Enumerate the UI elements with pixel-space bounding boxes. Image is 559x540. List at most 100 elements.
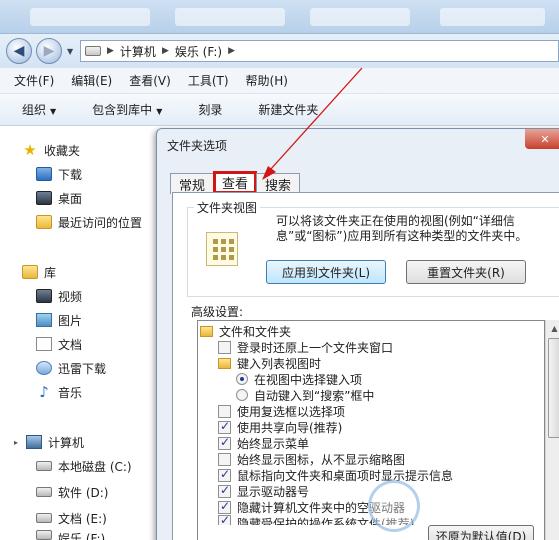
drive-icon [36, 513, 52, 523]
breadcrumb-computer[interactable]: 计算机 [120, 43, 156, 60]
checkbox[interactable] [218, 483, 231, 498]
sidebar-computer[interactable]: ▸ 计算机 [14, 432, 84, 452]
radio-button[interactable] [236, 389, 248, 401]
tree-row[interactable]: 使用共享向导(推荐) [218, 419, 342, 435]
organize-button[interactable]: 组织 ▼ [22, 101, 56, 118]
breadcrumb-drive[interactable]: 娱乐 (F:) [175, 43, 222, 60]
scroll-up-icon[interactable]: ▲ [546, 320, 559, 337]
menu-edit[interactable]: 编辑(E) [71, 72, 112, 89]
back-arrow-icon: ◀ [13, 43, 25, 59]
library-icon [22, 265, 38, 279]
restore-defaults-button[interactable]: 还原为默认值(D) [428, 525, 534, 540]
sidebar-item-downloads[interactable]: 下载 [36, 164, 82, 184]
menu-view[interactable]: 查看(V) [129, 72, 171, 89]
folder-views-group: 文件夹视图 可以将该文件夹正在使用的视图(例如“详细信息”或“图标”)应用到所有… [187, 199, 559, 297]
checkbox[interactable] [218, 515, 231, 525]
checkbox[interactable] [218, 467, 231, 482]
recent-pages-dropdown[interactable]: ▼ [67, 47, 73, 56]
sidebar-item-thunder-downloads[interactable]: 迅雷下载 [36, 358, 106, 378]
tree-row[interactable]: 在视图中选择键入项 [236, 371, 362, 387]
tab-search[interactable]: 搜索 [256, 173, 301, 194]
address-bar[interactable]: ▶ 计算机 ▶ 娱乐 (F:) ▶ [80, 40, 559, 62]
tree-label: 登录时还原上一个文件夹窗口 [237, 340, 394, 355]
checkbox[interactable] [218, 419, 231, 434]
tree-label: 自动键入到“搜索”框中 [254, 388, 375, 403]
window-top-strip [0, 0, 559, 34]
blurred-tab [440, 8, 545, 26]
advanced-settings-label: 高级设置: [191, 305, 244, 319]
radio-button[interactable] [236, 373, 248, 385]
sidebar-item-videos[interactable]: 视频 [36, 286, 82, 306]
tree-row[interactable]: 显示驱动器号 [218, 483, 309, 499]
sidebar-label: 迅雷下载 [58, 361, 107, 376]
sidebar-item-music[interactable]: ♪ 音乐 [36, 382, 82, 402]
blurred-tab [30, 8, 150, 26]
sidebar-item-drive-e[interactable]: 文档 (E:) [36, 508, 107, 528]
tab-view[interactable]: 查看 [213, 171, 258, 194]
tree-row[interactable]: 始终显示图标，从不显示缩略图 [218, 451, 405, 467]
reset-folders-button[interactable]: 重置文件夹(R) [406, 260, 526, 284]
chevron-right-icon[interactable]: ▶ [162, 46, 169, 56]
scrollbar-thumb[interactable] [548, 338, 559, 438]
burn-button[interactable]: 刻录 [198, 101, 222, 118]
computer-icon [26, 435, 42, 449]
tree-label: 显示驱动器号 [237, 484, 310, 499]
forward-button[interactable]: ▶ [36, 38, 62, 64]
close-icon: ✕ [540, 132, 550, 146]
checkbox[interactable] [218, 404, 231, 418]
sidebar-item-desktop[interactable]: 桌面 [36, 188, 82, 208]
sidebar-libraries[interactable]: 库 [22, 262, 56, 282]
sidebar-label: 软件 (D:) [58, 485, 109, 500]
include-label: 包含到库中 [92, 103, 153, 117]
chevron-down-icon: ▼ [50, 107, 57, 116]
apply-to-folders-button[interactable]: 应用到文件夹(L) [266, 260, 386, 284]
chevron-right-icon[interactable]: ▶ [107, 46, 114, 56]
sidebar-label: 库 [44, 265, 57, 280]
sidebar-item-drive-f[interactable]: 娱乐 (F:) [36, 530, 105, 540]
checkbox[interactable] [218, 340, 231, 354]
back-button[interactable]: ◀ [6, 38, 32, 64]
sidebar-favorites[interactable]: ★ 收藏夹 [22, 140, 80, 160]
sidebar-label: 本地磁盘 (C:) [58, 459, 132, 474]
sidebar-label: 收藏夹 [44, 143, 81, 158]
tree-row[interactable]: 始终显示菜单 [218, 435, 309, 451]
tree-label: 使用复选框以选择项 [237, 404, 346, 419]
desktop-icon [36, 191, 52, 205]
drive-icon [36, 461, 52, 471]
sidebar-item-drive-d[interactable]: 软件 (D:) [36, 482, 108, 502]
menu-file[interactable]: 文件(F) [14, 72, 54, 89]
menu-tools[interactable]: 工具(T) [188, 72, 229, 89]
new-folder-button[interactable]: 新建文件夹 [258, 101, 318, 118]
navigation-pane: ★ 收藏夹 下载 桌面 最近访问的位置 库 视频 图片 文档 迅雷下载 ♪ 音乐 ▸… [0, 126, 156, 540]
sidebar-item-pictures[interactable]: 图片 [36, 310, 82, 330]
forward-arrow-icon: ▶ [43, 43, 55, 59]
sidebar-label: 下载 [58, 167, 83, 182]
drive-icon [36, 530, 52, 540]
recent-places-icon [36, 215, 52, 229]
sidebar-item-documents[interactable]: 文档 [36, 334, 82, 354]
tab-general[interactable]: 常规 [170, 173, 215, 194]
tree-label: 文件和文件夹 [219, 324, 292, 339]
tree-row[interactable]: 登录时还原上一个文件夹窗口 [218, 339, 393, 355]
sidebar-label: 文档 (E:) [58, 511, 107, 526]
thunder-download-icon [36, 361, 52, 375]
tree-row[interactable]: 使用复选框以选择项 [218, 403, 345, 419]
expand-triangle-icon[interactable]: ▸ [14, 438, 24, 447]
sidebar-item-drive-c[interactable]: 本地磁盘 (C:) [36, 456, 132, 476]
sidebar-label: 最近访问的位置 [58, 215, 143, 230]
blurred-tab [175, 8, 285, 26]
menu-help[interactable]: 帮助(H) [246, 72, 288, 89]
sidebar-item-recent[interactable]: 最近访问的位置 [36, 212, 142, 232]
sidebar-label: 桌面 [58, 191, 83, 206]
include-in-library-button[interactable]: 包含到库中 ▼ [92, 101, 162, 118]
checkbox[interactable] [218, 452, 231, 466]
command-toolbar: 组织 ▼ 包含到库中 ▼ 刻录 新建文件夹 [0, 94, 559, 126]
chevron-down-icon: ▼ [156, 107, 163, 116]
tree-row: 文件和文件夹 [200, 323, 291, 339]
close-button[interactable]: ✕ [525, 129, 559, 149]
tree-row[interactable]: 自动键入到“搜索”框中 [236, 387, 374, 403]
chevron-right-icon[interactable]: ▶ [228, 46, 235, 56]
folder-icon [200, 325, 213, 337]
checkbox[interactable] [218, 499, 231, 514]
checkbox[interactable] [218, 435, 231, 450]
